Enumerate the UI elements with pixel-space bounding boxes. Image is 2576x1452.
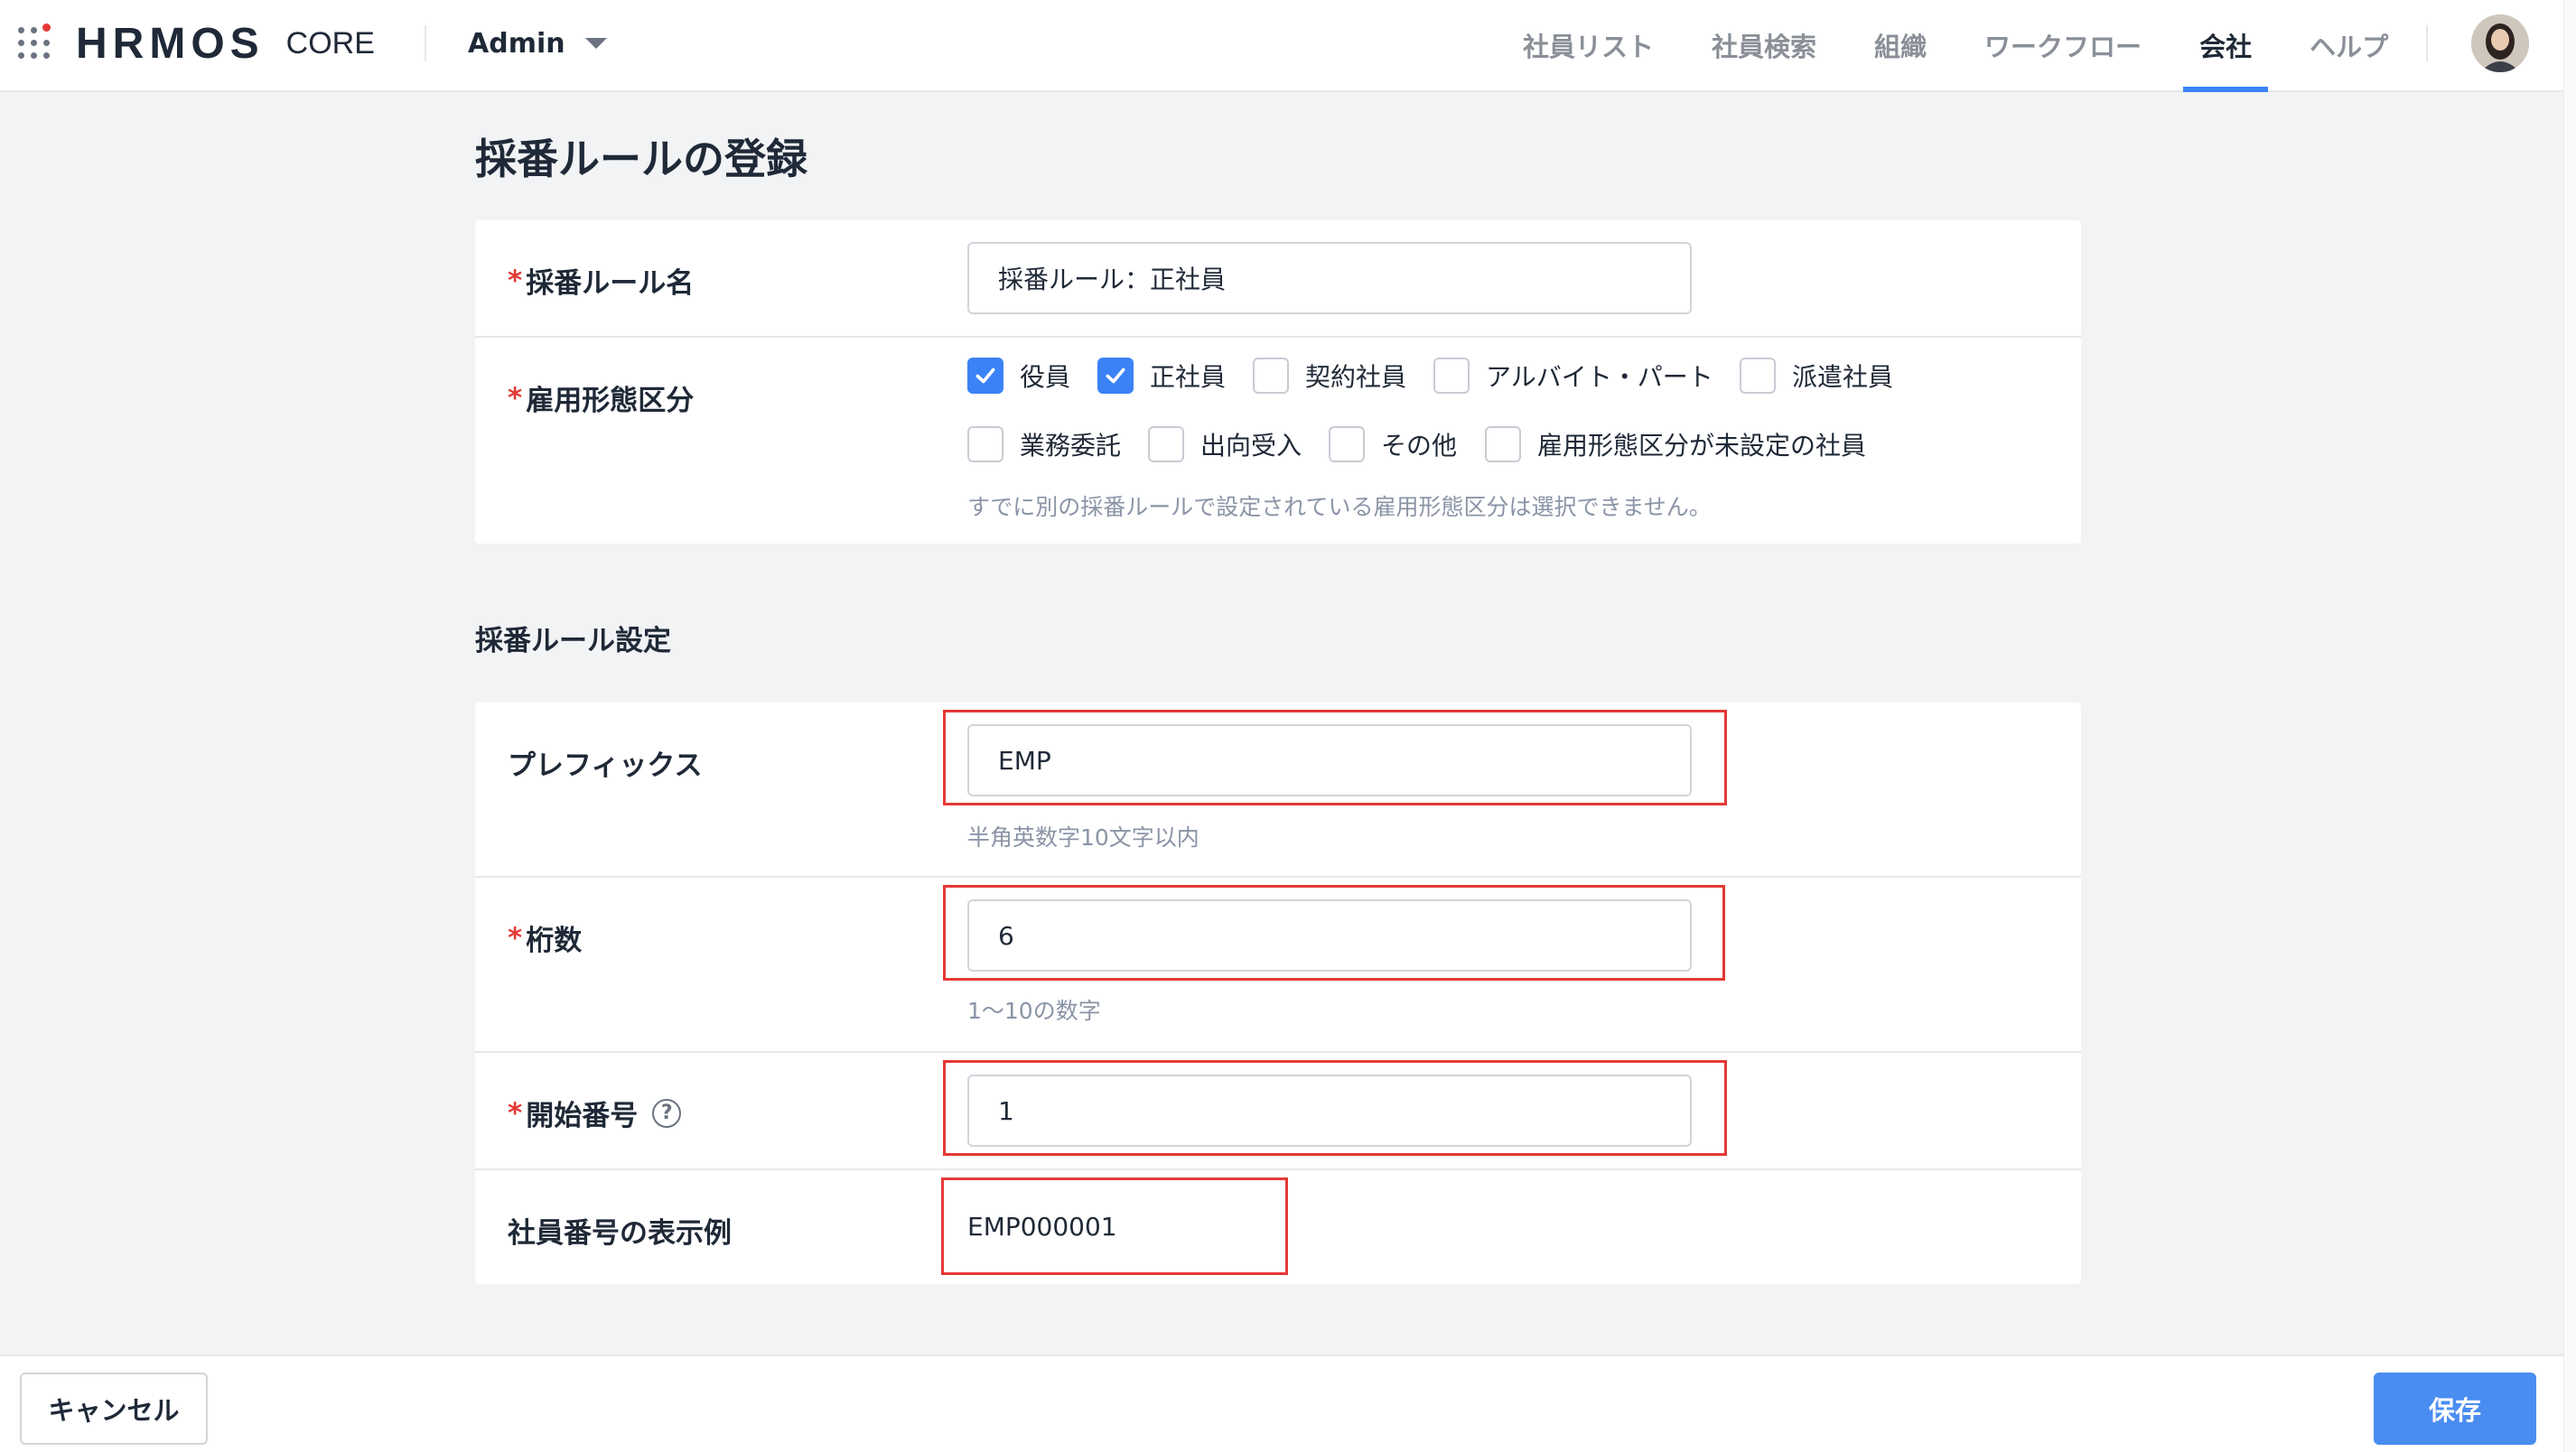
logo-sub-text: CORE: [285, 25, 375, 60]
start-number-label: * 開始番号 ?: [508, 1093, 682, 1133]
nav-employee-list[interactable]: 社員リスト: [1494, 0, 1683, 90]
save-button[interactable]: 保存: [2374, 1373, 2536, 1445]
start-number-row: * 開始番号 ? 1: [475, 1051, 2081, 1168]
tenant-label: Admin: [468, 27, 565, 60]
numbering-settings-card: プレフィックス EMP 半角英数字10文字以内 * 桁数 6 1〜10の数字 *…: [475, 703, 2081, 1284]
required-mark: *: [508, 1096, 523, 1130]
rule-name-label: * 採番ルール名: [508, 260, 694, 301]
checkbox-box[interactable]: [1253, 358, 1289, 394]
start-number-label-text: 開始番号: [526, 1100, 639, 1132]
checkbox-regular-employee[interactable]: 正社員: [1097, 358, 1226, 394]
nav-employee-search[interactable]: 社員検索: [1683, 0, 1845, 90]
start-number-input[interactable]: 1: [967, 1075, 1692, 1147]
checkbox-box[interactable]: [967, 426, 1003, 462]
nav-workflow[interactable]: ワークフロー: [1955, 0, 2170, 90]
checkbox-box[interactable]: [1485, 426, 1521, 462]
checkbox-label: 役員: [1020, 362, 1071, 392]
check-icon: [1106, 368, 1125, 384]
checkbox-box[interactable]: [1097, 358, 1134, 394]
basic-info-card: * 採番ルール名 採番ルール：正社員 * 雇用形態区分 役員 正社員 契約社員 …: [475, 220, 2081, 544]
rule-name-input[interactable]: 採番ルール：正社員: [967, 242, 1692, 314]
help-circle-icon[interactable]: ?: [652, 1098, 682, 1128]
employment-type-hint: すでに別の採番ルールで設定されている雇用形態区分は選択できません。: [967, 494, 1712, 520]
checkbox-box[interactable]: [1148, 426, 1184, 462]
action-footer: キャンセル 保存: [0, 1354, 2563, 1452]
header-divider: [425, 25, 426, 61]
required-mark: *: [508, 264, 523, 297]
checkbox-label: 契約社員: [1305, 362, 1407, 392]
digits-row: * 桁数 6 1〜10の数字: [475, 876, 2081, 1051]
display-example-value: EMP000001: [967, 1212, 1117, 1242]
checkbox-label: 出向受入: [1200, 431, 1302, 461]
checkbox-box[interactable]: [967, 358, 1003, 394]
header-divider: [2426, 25, 2428, 61]
chevron-down-icon: [584, 38, 607, 49]
prefix-label: プレフィックス: [508, 749, 703, 782]
display-example-label: 社員番号の表示例: [508, 1217, 732, 1250]
check-icon: [975, 368, 995, 384]
hrmos-logo[interactable]: HRMOS CORE: [76, 18, 375, 69]
checkbox-unset[interactable]: 雇用形態区分が未設定の社員: [1485, 426, 1866, 462]
checkbox-label: その他: [1381, 431, 1458, 461]
cancel-button[interactable]: キャンセル: [20, 1373, 208, 1445]
nav-company[interactable]: 会社: [2170, 0, 2281, 92]
checkbox-part-time[interactable]: アルバイト・パート: [1433, 358, 1713, 394]
checkbox-contract-employee[interactable]: 契約社員: [1253, 358, 1406, 394]
tenant-switcher[interactable]: Admin: [468, 22, 607, 65]
checkbox-outsourcing[interactable]: 業務委託: [967, 426, 1121, 462]
checkbox-box[interactable]: [1740, 358, 1776, 394]
page-title: 採番ルールの登録: [475, 135, 807, 183]
nav-organization[interactable]: 組織: [1845, 0, 1955, 90]
required-mark: *: [508, 921, 523, 954]
checkbox-label: 業務委託: [1020, 431, 1122, 461]
required-mark: *: [508, 381, 523, 414]
employment-type-label-text: 雇用形態区分: [526, 385, 695, 417]
digits-input[interactable]: 6: [967, 899, 1692, 972]
checkbox-label: 正社員: [1150, 362, 1227, 392]
digits-hint: 1〜10の数字: [967, 998, 1101, 1024]
rule-name-label-text: 採番ルール名: [526, 267, 695, 300]
checkbox-label: 雇用形態区分が未設定の社員: [1537, 431, 1867, 461]
employment-type-label: * 雇用形態区分: [508, 377, 694, 418]
display-example-row: 社員番号の表示例 EMP000001: [475, 1168, 2081, 1284]
prefix-hint: 半角英数字10文字以内: [967, 824, 1199, 851]
main-nav: 社員リスト 社員検索 組織 ワークフロー 会社 ヘルプ: [1494, 0, 2417, 92]
prefix-row: プレフィックス EMP 半角英数字10文字以内: [475, 703, 2081, 876]
rule-name-row: * 採番ルール名 採番ルール：正社員: [475, 220, 2081, 336]
top-header: HRMOS CORE Admin 社員リスト 社員検索 組織 ワークフロー 会社…: [0, 0, 2576, 92]
avatar-image: [2471, 14, 2529, 72]
checkbox-dispatched[interactable]: 派遣社員: [1740, 358, 1893, 394]
digits-label: * 桁数: [508, 917, 582, 958]
nav-help[interactable]: ヘルプ: [2281, 0, 2417, 90]
prefix-input[interactable]: EMP: [967, 724, 1692, 796]
checkbox-box[interactable]: [1329, 426, 1365, 462]
checkbox-label: 派遣社員: [1792, 362, 1894, 392]
logo-text: HRMOS: [76, 19, 265, 68]
employment-type-row: * 雇用形態区分 役員 正社員 契約社員 アルバイト・パート 派遣社員 業務委託: [475, 336, 2081, 544]
apps-grid-icon[interactable]: [18, 23, 54, 60]
checkbox-box[interactable]: [1433, 358, 1470, 394]
checkbox-label: アルバイト・パート: [1486, 362, 1713, 392]
digits-label-text: 桁数: [526, 925, 583, 957]
page-scrollbar[interactable]: [2563, 0, 2576, 1452]
section-title: 採番ルール設定: [475, 625, 671, 657]
user-avatar[interactable]: [2471, 14, 2529, 72]
checkbox-secondment[interactable]: 出向受入: [1148, 426, 1302, 462]
checkbox-officer[interactable]: 役員: [967, 358, 1070, 394]
checkbox-other[interactable]: その他: [1329, 426, 1457, 462]
